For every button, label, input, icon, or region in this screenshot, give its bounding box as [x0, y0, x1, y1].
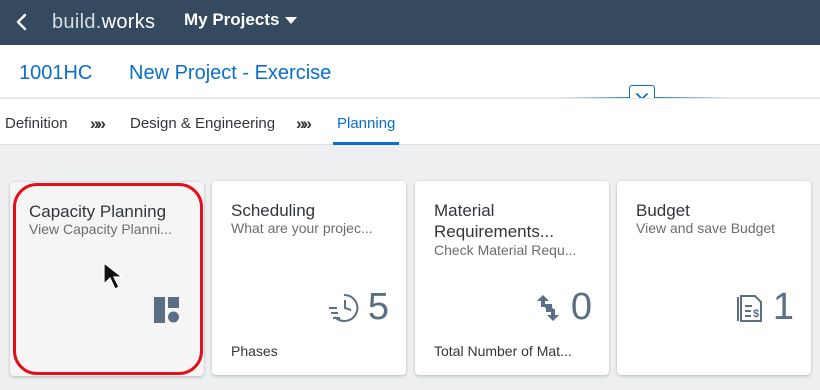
- tile-kpi: 0: [533, 286, 592, 329]
- tile-subtitle: View and save Budget: [636, 220, 776, 236]
- tile-kpi: $ 1: [735, 286, 794, 329]
- menu-label: My Projects: [184, 10, 280, 29]
- step-design-engineering[interactable]: Design & Engineering: [130, 115, 275, 132]
- my-projects-menu[interactable]: My Projects: [184, 10, 298, 30]
- brand-part: build: [52, 11, 96, 33]
- tile-title: Budget: [636, 201, 690, 220]
- object-header: 1001HC New Project - Exercise: [0, 45, 820, 97]
- tile-value: 1: [772, 286, 794, 328]
- step-separator-icon: »»: [90, 114, 106, 133]
- step-definition[interactable]: Definition: [5, 115, 68, 132]
- capacity-layout-icon: [154, 297, 179, 323]
- project-name: New Project - Exercise: [129, 62, 332, 84]
- tile-footer: Phases: [231, 343, 278, 359]
- mouse-pointer-icon: [103, 262, 124, 290]
- tile-subtitle: View Capacity Planni...: [29, 221, 172, 237]
- tile-title: Capacity Planning: [29, 202, 167, 221]
- budget-document-icon: $: [736, 294, 762, 322]
- tile-title: Scheduling: [231, 201, 316, 220]
- back-arrow-icon[interactable]: [12, 11, 34, 33]
- tile-scheduling[interactable]: Scheduling What are your projec... 5 Pha…: [212, 181, 406, 375]
- tile-subtitle: What are your projec...: [231, 220, 373, 236]
- process-steps-bar: Definition »» Design & Engineering »» Pl…: [0, 98, 820, 145]
- project-id: 1001HC: [19, 62, 93, 84]
- shell-bar: build.works My Projects: [0, 0, 820, 45]
- tile-budget[interactable]: Budget View and save Budget $ 1: [617, 181, 811, 375]
- brand-part-bold: works: [101, 11, 156, 33]
- tile-value: 0: [570, 286, 592, 328]
- caret-down-icon: [285, 16, 298, 24]
- app-brand[interactable]: build.works: [52, 11, 155, 34]
- tile-value: 5: [367, 286, 389, 328]
- schedule-clock-icon: [328, 293, 359, 322]
- tile-material-requirements[interactable]: Material Requirements... Check Material …: [415, 181, 609, 375]
- svg-text:$: $: [753, 308, 759, 320]
- step-planning[interactable]: Planning: [337, 115, 395, 132]
- material-transfer-icon: [536, 294, 559, 321]
- step-separator-icon: »»: [296, 114, 312, 133]
- active-step-indicator: [333, 142, 399, 145]
- tile-subtitle: Check Material Requ...: [434, 242, 577, 258]
- tile-title: Material Requirements...: [434, 201, 554, 241]
- tile-kpi: 5: [328, 286, 389, 329]
- tile-footer: Total Number of Mat...: [434, 343, 572, 359]
